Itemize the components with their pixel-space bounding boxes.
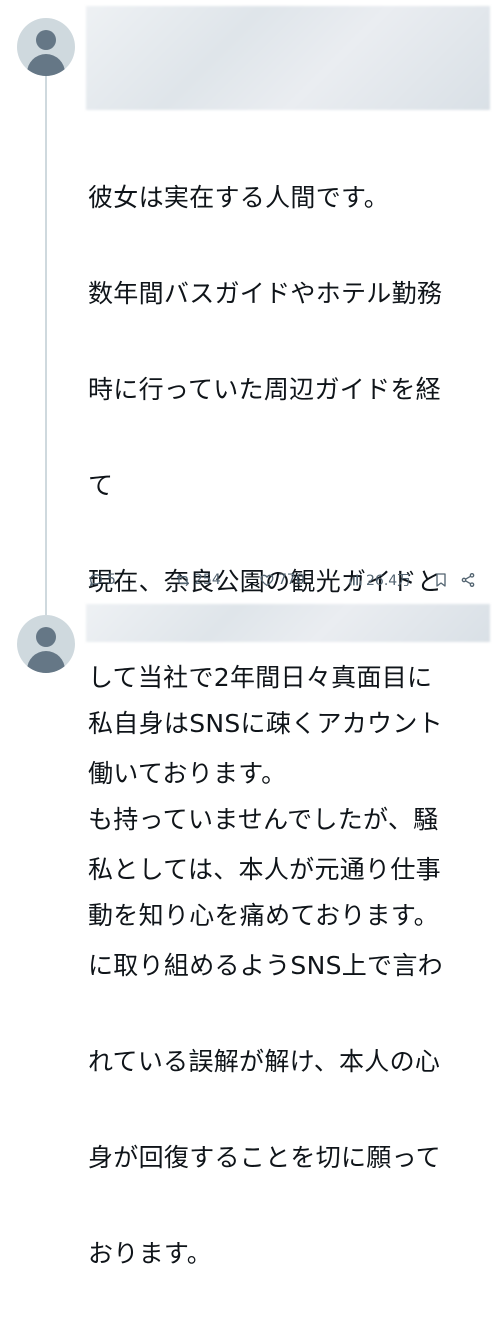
text-line: 私自身はSNSに疎くアカウント xyxy=(88,709,443,738)
retweet-icon xyxy=(177,574,189,586)
bookmark-icon xyxy=(436,573,446,587)
redacted-header xyxy=(86,604,490,642)
bookmark-button[interactable] xyxy=(433,566,449,594)
avatar[interactable] xyxy=(17,615,75,673)
tweet-text: 私自身はSNSに疎くアカウント も持っていませんでしたが、騒 動を知り心を痛めて… xyxy=(88,644,443,996)
reply-button[interactable]: 5 xyxy=(88,566,116,594)
reply-icon xyxy=(89,573,103,587)
text-line: 数年間バスガイドやホテル勤務 xyxy=(88,279,443,308)
text-line: も持っていませんでしたが、騒 xyxy=(88,805,439,834)
text-line: 彼女は実在する人間です。 xyxy=(88,183,390,212)
retweet-count: 254 xyxy=(194,572,221,588)
text-line: 動を知り心を痛めております。 xyxy=(88,901,439,930)
like-button[interactable]: 770 xyxy=(259,566,305,594)
avatar-placeholder-icon xyxy=(36,627,56,647)
text-line: 身が回復することを切に願って xyxy=(88,1143,441,1172)
avatar[interactable] xyxy=(17,18,75,76)
reply-count: 5 xyxy=(107,572,116,588)
action-bar: 5 254 770 26.4万 xyxy=(88,566,488,594)
share-button[interactable] xyxy=(460,566,476,594)
text-line: おります。 xyxy=(88,1239,213,1268)
views-icon xyxy=(349,574,362,586)
views-button[interactable]: 26.4万 xyxy=(347,566,411,594)
avatar-placeholder-icon xyxy=(36,30,56,50)
thread-line xyxy=(45,70,47,615)
text-line: 時に行っていた周辺ガイドを経 xyxy=(88,375,441,404)
like-count: 770 xyxy=(278,572,305,588)
share-icon xyxy=(461,573,475,587)
text-line: れている誤解が解け、本人の心 xyxy=(88,1047,441,1076)
redacted-header xyxy=(86,6,490,110)
views-count: 26.4万 xyxy=(366,573,412,589)
retweet-button[interactable]: 254 xyxy=(175,566,221,594)
like-icon xyxy=(260,574,274,586)
text-line: て xyxy=(88,471,114,500)
